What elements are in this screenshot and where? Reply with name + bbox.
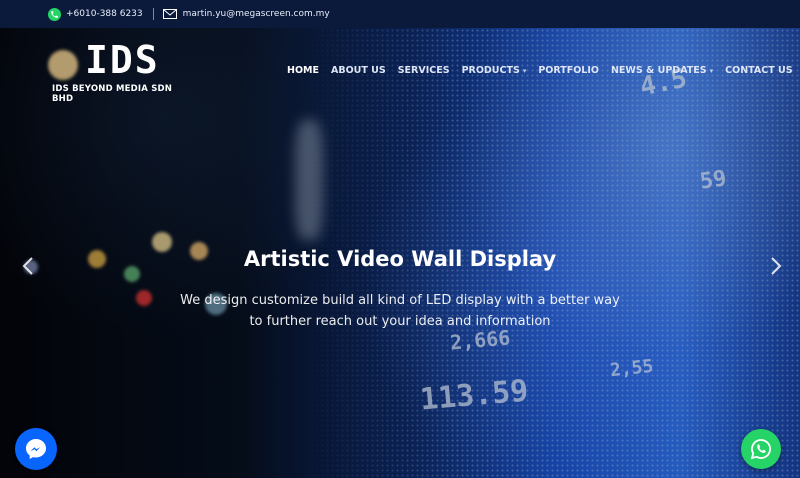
whatsapp-icon [750, 439, 771, 460]
nav-item-contact-us[interactable]: CONTACT US [725, 65, 792, 76]
site-logo[interactable]: IDS IDS BEYOND MEDIA SDN BHD [52, 38, 192, 104]
hero-title: Artistic Video Wall Display [243, 247, 557, 271]
hero-subtitle: We design customize build all kind of LE… [0, 290, 800, 332]
topbar-divider [152, 8, 154, 20]
hero-slider: 4.5 59 113.59 2,666 2,55 IDS IDS BEYOND … [0, 28, 800, 478]
top-contact-bar: +6010-388 6233 martin.yu@megascreen.com.… [0, 0, 800, 28]
nav-item-news-updates[interactable]: NEWS & UPDATES ▾ [611, 65, 713, 76]
nav-item-portfolio[interactable]: PORTFOLIO [538, 65, 599, 76]
nav-item-about-us[interactable]: ABOUT US [331, 65, 386, 76]
whatsapp-icon [48, 7, 61, 21]
email-address: martin.yu@megascreen.com.my [182, 9, 330, 19]
messenger-icon [26, 439, 46, 459]
logo-mark: IDS [85, 38, 160, 82]
chevron-down-icon: ▾ [709, 66, 714, 75]
chevron-left-icon [22, 257, 33, 275]
messenger-chat-button[interactable] [15, 428, 57, 470]
chevron-right-icon [771, 257, 782, 275]
mail-icon [162, 9, 177, 19]
chevron-down-icon: ▾ [522, 66, 527, 75]
whatsapp-chat-button[interactable] [741, 429, 781, 469]
nav-item-services[interactable]: SERVICES [398, 65, 450, 76]
email-contact[interactable]: martin.yu@megascreen.com.my [162, 0, 330, 28]
hero-subtitle-line: to further reach out your idea and infor… [249, 314, 551, 329]
phone-number: +6010-388 6233 [66, 9, 143, 19]
nav-item-home[interactable]: HOME [287, 65, 319, 76]
nav-item-products[interactable]: PRODUCTS ▾ [462, 65, 527, 76]
phone-contact[interactable]: +6010-388 6233 [0, 0, 143, 28]
hero-subtitle-line: We design customize build all kind of LE… [180, 293, 620, 308]
main-nav: HOME ABOUT US SERVICES PRODUCTS ▾ PORTFOL… [287, 65, 800, 76]
slider-next-button[interactable] [766, 256, 786, 278]
logo-company-name: IDS BEYOND MEDIA SDN BHD [52, 84, 173, 104]
slider-prev-button[interactable] [18, 256, 38, 278]
